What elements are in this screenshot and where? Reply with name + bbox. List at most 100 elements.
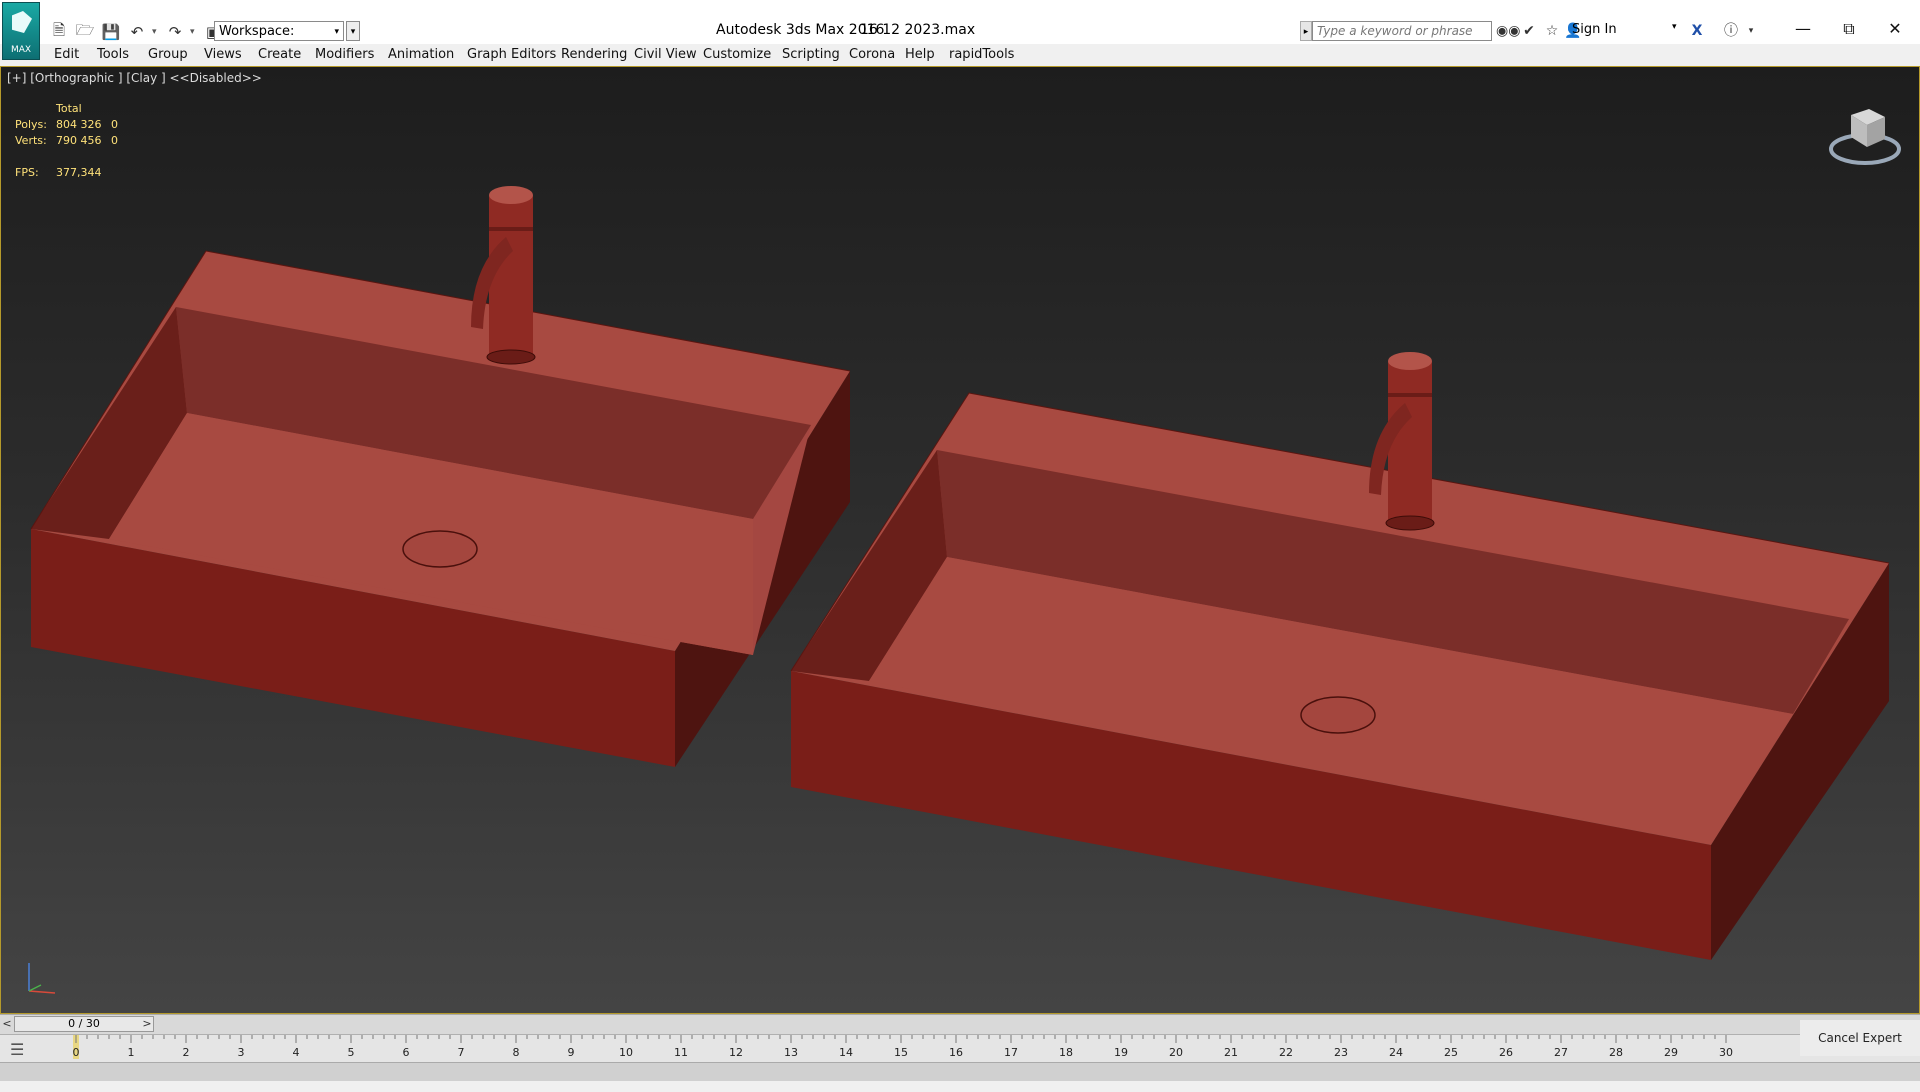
expand-search-icon[interactable]: ▸: [1300, 21, 1312, 41]
menu-rendering[interactable]: Rendering: [561, 47, 627, 62]
ruler-tick-label: 0: [73, 1046, 80, 1059]
cancel-expert-mode-button[interactable]: Cancel Expert Mode: [1800, 1020, 1920, 1081]
menu-edit[interactable]: Edit: [54, 47, 79, 62]
ruler-tick-label: 25: [1444, 1046, 1458, 1059]
menu-scripting[interactable]: Scripting: [782, 47, 840, 62]
ruler-tick-label: 12: [729, 1046, 743, 1059]
menu-graph-editors[interactable]: Graph Editors: [467, 47, 556, 62]
sink-right[interactable]: [790, 352, 1890, 960]
ruler-tick-label: 4: [293, 1046, 300, 1059]
restore-icon[interactable]: ⧉: [1826, 14, 1872, 44]
new-file-icon[interactable]: 🗎: [48, 21, 70, 43]
polys-label: Polys:: [15, 118, 47, 131]
scene-render: [30, 186, 1890, 960]
chevron-down-icon: ▾: [334, 27, 339, 37]
customize-toolbar-icon[interactable]: ▾: [346, 21, 360, 41]
ruler-tick-label: 5: [348, 1046, 355, 1059]
ruler-tick-label: 26: [1499, 1046, 1513, 1059]
ruler-tick-label: 15: [894, 1046, 908, 1059]
menu-bar: Edit Tools Group Views Create Modifiers …: [0, 44, 1920, 67]
save-icon[interactable]: 💾: [100, 21, 122, 43]
fps-value: 377,344: [56, 166, 102, 179]
ruler-tick-label: 6: [403, 1046, 410, 1059]
open-file-icon[interactable]: 🗁: [74, 21, 96, 43]
perspective-viewport[interactable]: [+] [Orthographic ] [Clay ] <<Disabled>>…: [0, 66, 1920, 1014]
ruler-tick-label: 27: [1554, 1046, 1568, 1059]
viewport-label-menu[interactable]: [+] [Orthographic ] [Clay ] <<Disabled>>: [7, 71, 262, 85]
undo-dropdown-icon[interactable]: ▾: [152, 27, 160, 37]
menu-modifiers[interactable]: Modifiers: [315, 47, 374, 62]
status-bar: [0, 1062, 1920, 1081]
curve-editor-icon[interactable]: ☰: [10, 1040, 24, 1059]
search-input[interactable]: Type a keyword or phrase: [1312, 21, 1492, 41]
sign-in-dropdown-icon[interactable]: ▾: [1672, 22, 1677, 32]
menu-create[interactable]: Create: [258, 47, 301, 62]
verts-total: 790 456: [56, 134, 102, 147]
menu-group[interactable]: Group: [148, 47, 188, 62]
axis-tripod-icon: [28, 963, 56, 994]
verts-selected: 0: [111, 134, 118, 147]
frame-ruler[interactable]: 0 1 2 3 4 5 6 7 8 9 10 11 12 13 14 15 16 17 18 19 20 21 22 23 24…: [60, 1035, 1750, 1061]
ruler-tick-label: 8: [513, 1046, 520, 1059]
time-slider[interactable]: < 0 / 30 >: [0, 1014, 1920, 1034]
window-file-name: 16 12 2023.max: [860, 22, 976, 38]
fps-label: FPS:: [15, 166, 39, 179]
ruler-tick-label: 7: [458, 1046, 465, 1059]
time-prev-icon[interactable]: <: [0, 1015, 14, 1033]
menu-civil-view[interactable]: Civil View: [634, 47, 697, 62]
close-icon[interactable]: ✕: [1872, 14, 1918, 44]
menu-customize[interactable]: Customize: [703, 47, 771, 62]
minimize-icon[interactable]: —: [1780, 14, 1826, 44]
ruler-tick-label: 29: [1664, 1046, 1678, 1059]
ruler-tick-label: 11: [674, 1046, 688, 1059]
communication-center-icon[interactable]: ✔: [1518, 21, 1540, 41]
sign-in-link[interactable]: Sign In: [1572, 22, 1617, 37]
ruler-tick-label: 20: [1169, 1046, 1183, 1059]
menu-animation[interactable]: Animation: [388, 47, 454, 62]
quick-access-toolbar: 🗎 🗁 💾 ↶ ▾ ↷ ▾ ▣: [48, 20, 224, 44]
polys-total: 804 326: [56, 118, 102, 131]
ruler-tick-label: 1: [128, 1046, 135, 1059]
ruler-tick-label: 24: [1389, 1046, 1403, 1059]
undo-icon[interactable]: ↶: [126, 21, 148, 43]
help-icon[interactable]: ⓘ: [1720, 21, 1742, 41]
menu-corona[interactable]: Corona: [849, 47, 895, 62]
sink-left[interactable]: [30, 186, 851, 767]
polys-selected: 0: [111, 118, 118, 131]
menu-views[interactable]: Views: [204, 47, 242, 62]
viewcube-icon[interactable]: [1827, 97, 1907, 177]
exchange-apps-icon[interactable]: X: [1686, 21, 1708, 41]
workspace-dropdown[interactable]: Workspace: Default ▾: [214, 21, 344, 59]
time-next-icon[interactable]: >: [140, 1015, 154, 1033]
verts-label: Verts:: [15, 134, 47, 147]
time-slider-thumb[interactable]: 0 / 30: [14, 1016, 154, 1032]
redo-icon[interactable]: ↷: [164, 21, 186, 43]
ruler-tick-label: 30: [1719, 1046, 1733, 1059]
redo-dropdown-icon[interactable]: ▾: [190, 27, 198, 37]
ruler-tick-label: 2: [183, 1046, 190, 1059]
ruler-tick-label: 28: [1609, 1046, 1623, 1059]
ruler-tick-label: 23: [1334, 1046, 1348, 1059]
menu-rapidtools[interactable]: rapidTools: [949, 47, 1014, 62]
ruler-tick-label: 21: [1224, 1046, 1238, 1059]
ruler-tick-label: 10: [619, 1046, 633, 1059]
menu-tools[interactable]: Tools: [97, 47, 129, 62]
track-bar[interactable]: ☰ 0 1 2 3 4 5 6 7 8 9 10 11 12 13 14 15 16 17 18 19 20 21 22 23…: [0, 1034, 1920, 1062]
title-bar: MAX 🗎 🗁 💾 ↶ ▾ ↷ ▾ ▣ Workspace: Default ▾…: [0, 0, 1920, 60]
ruler-tick-label: 13: [784, 1046, 798, 1059]
ruler-tick-label: 3: [238, 1046, 245, 1059]
ruler-tick-label: 14: [839, 1046, 853, 1059]
binoculars-icon[interactable]: ◉◉: [1496, 21, 1520, 41]
help-dropdown-icon[interactable]: ▾: [1740, 21, 1762, 41]
menu-help[interactable]: Help: [905, 47, 935, 62]
ruler-tick-label: 17: [1004, 1046, 1018, 1059]
ruler-tick-label: 22: [1279, 1046, 1293, 1059]
stats-header: Total: [56, 102, 82, 115]
ruler-tick-label: 19: [1114, 1046, 1128, 1059]
application-menu-button[interactable]: MAX: [2, 2, 40, 60]
max-logo-icon: [12, 11, 32, 33]
favorites-star-icon[interactable]: ☆: [1541, 21, 1563, 41]
ruler-tick-label: 9: [568, 1046, 575, 1059]
ruler-tick-label: 16: [949, 1046, 963, 1059]
logo-label: MAX: [10, 45, 32, 55]
